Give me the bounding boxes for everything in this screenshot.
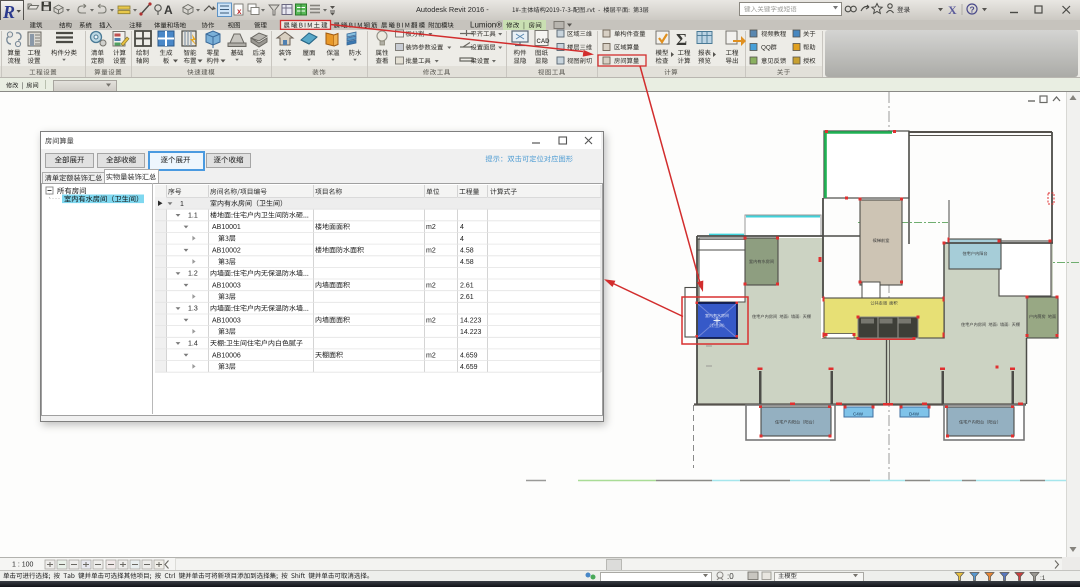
svg-text:AB10003: AB10003 [212, 317, 241, 324]
svg-text:1.4: 1.4 [188, 341, 198, 348]
svg-text:1 : 100: 1 : 100 [12, 562, 34, 569]
svg-text:x: x [237, 7, 242, 16]
svg-text:m2: m2 [426, 352, 436, 359]
svg-text:AB10002: AB10002 [212, 247, 241, 254]
svg-text:QQ: QQ [761, 45, 771, 52]
svg-text:4: 4 [460, 224, 464, 231]
svg-text:4.58: 4.58 [460, 259, 474, 266]
svg-text:Lumion®: Lumion® [470, 21, 502, 30]
svg-text:AB10003: AB10003 [212, 282, 241, 289]
svg-text:4.659: 4.659 [460, 352, 478, 359]
svg-text:D4W: D4W [909, 412, 920, 417]
svg-text:X: X [948, 3, 957, 17]
svg-text:14.223: 14.223 [460, 329, 482, 336]
svg-text:1.1: 1.1 [188, 213, 198, 220]
svg-text:?: ? [970, 5, 975, 15]
svg-text:m2: m2 [426, 247, 436, 254]
svg-text:4.659: 4.659 [460, 364, 478, 371]
svg-text:1: 1 [180, 201, 184, 208]
svg-text:AB10001: AB10001 [212, 224, 241, 231]
svg-text:C4W: C4W [853, 412, 864, 417]
svg-text:R: R [2, 2, 15, 22]
svg-text:m2: m2 [426, 224, 436, 231]
svg-text:AB10006: AB10006 [212, 352, 241, 359]
svg-text:CAD: CAD [537, 39, 551, 45]
svg-text:m2: m2 [426, 282, 436, 289]
svg-text:14.223: 14.223 [460, 317, 482, 324]
svg-text::1: :1 [1040, 575, 1046, 582]
svg-text:4: 4 [460, 236, 464, 243]
svg-text:m2: m2 [426, 317, 436, 324]
svg-text:2.61: 2.61 [460, 294, 474, 301]
svg-text:A: A [164, 3, 173, 17]
svg-text:Autodesk Revit 2016 -: Autodesk Revit 2016 - [416, 5, 489, 14]
svg-text:4.58: 4.58 [460, 247, 474, 254]
svg-text:1.3: 1.3 [188, 306, 198, 313]
svg-text:1.2: 1.2 [188, 271, 198, 278]
svg-text:Σ: Σ [676, 30, 687, 49]
svg-text::0: :0 [727, 572, 734, 581]
svg-text:2.61: 2.61 [460, 282, 474, 289]
